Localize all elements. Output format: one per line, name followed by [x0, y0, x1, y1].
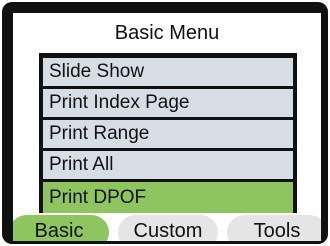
lcd-screen: Basic Menu Slide Show Print Index Page P… — [13, 13, 321, 241]
tab-tools[interactable]: Tools — [227, 215, 321, 241]
tab-basic[interactable]: Basic — [13, 215, 109, 241]
menu-item-slide-show[interactable]: Slide Show — [43, 58, 293, 86]
menu-item-print-index-page[interactable]: Print Index Page — [43, 89, 293, 117]
menu-list: Slide Show Print Index Page Print Range … — [39, 53, 297, 213]
menu-title: Basic Menu — [114, 22, 220, 44]
device-frame: Basic Menu Slide Show Print Index Page P… — [2, 2, 328, 244]
menu-item-print-range[interactable]: Print Range — [43, 120, 293, 148]
menu-item-print-all[interactable]: Print All — [43, 151, 293, 179]
menu-item-print-dpof[interactable]: Print DPOF — [43, 182, 293, 213]
tab-custom[interactable]: Custom — [118, 215, 218, 241]
